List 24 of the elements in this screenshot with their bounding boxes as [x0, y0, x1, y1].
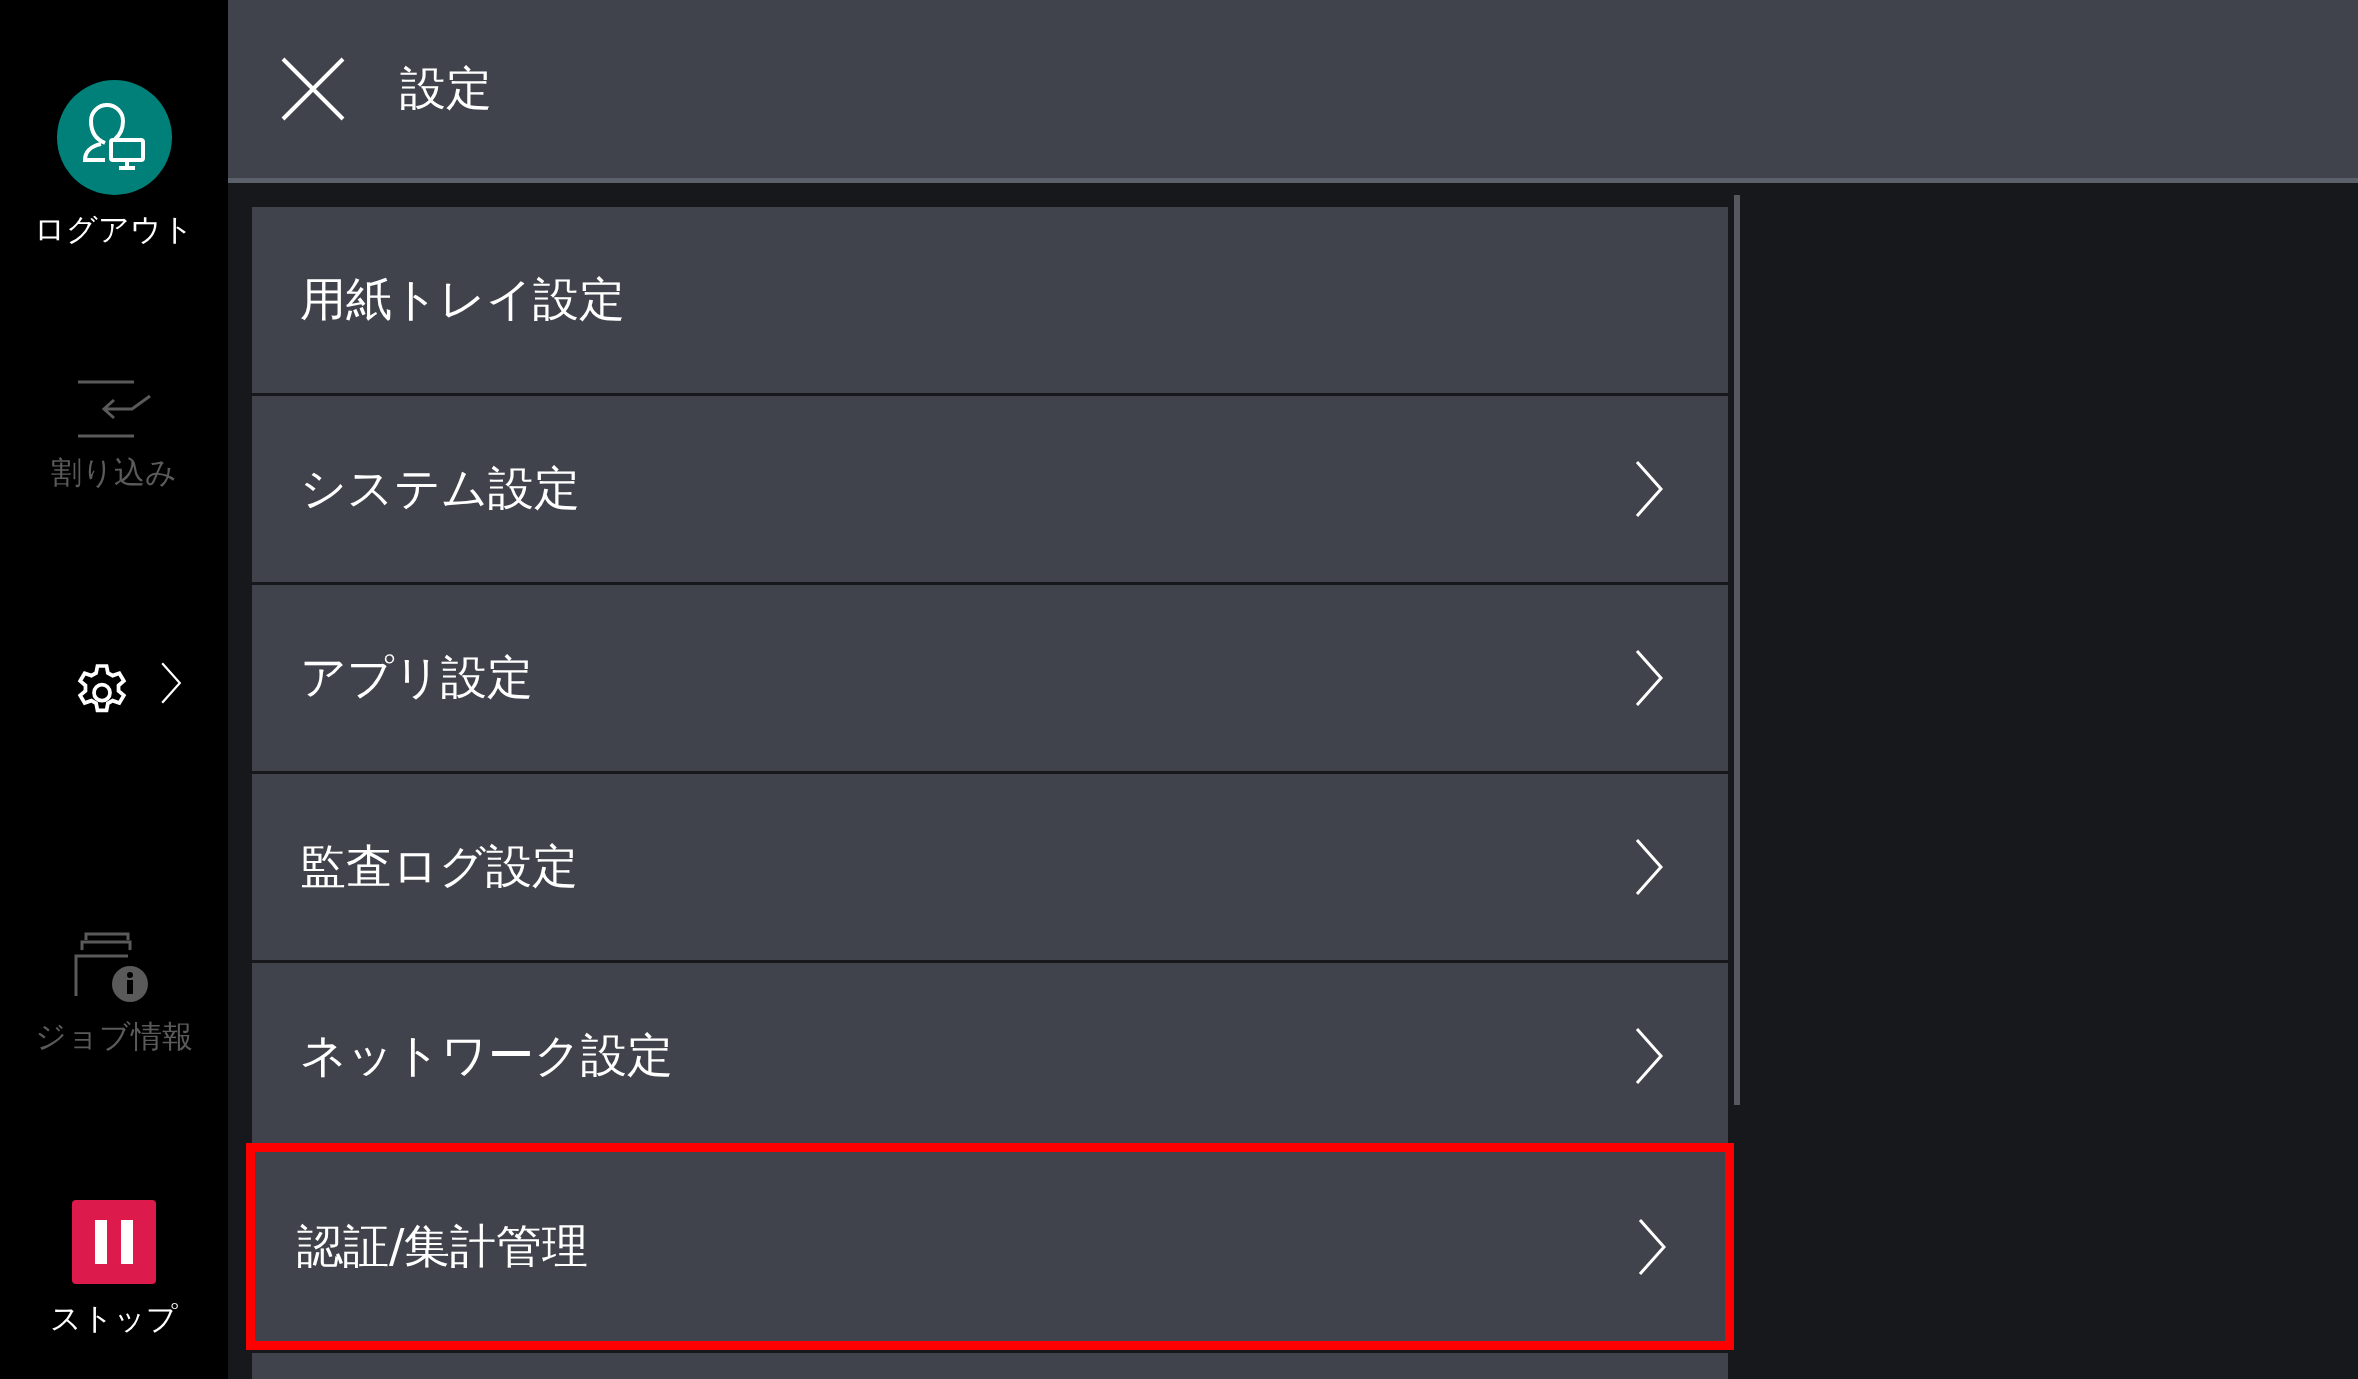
- page-title: 設定: [400, 60, 492, 117]
- menu-item[interactable]: アプリ設定: [252, 585, 1728, 771]
- sidebar-item[interactable]: ログアウト: [34, 80, 194, 380]
- sidebar-label: ストップ: [50, 1299, 178, 1338]
- menu-item-label: システム設定: [300, 460, 580, 517]
- user-monitor-icon: [56, 80, 172, 195]
- menu-item[interactable]: システム設定: [252, 396, 1728, 582]
- menu-item-label: アプリ設定: [300, 649, 533, 706]
- sidebar-label: 割り込み: [51, 453, 177, 492]
- close-icon: [280, 56, 346, 122]
- sidebar-label: ジョブ情報: [35, 1017, 193, 1056]
- sidebar-label: ログアウト: [34, 210, 194, 249]
- sidebar-item[interactable]: ストップ: [50, 1200, 178, 1379]
- pause-icon: [72, 1200, 156, 1284]
- scrollbar-thumb[interactable]: [1734, 195, 1740, 1105]
- interrupt-icon: [76, 380, 152, 438]
- menu-item-label: 監査ログ設定: [300, 838, 578, 895]
- menu-item-label: 用紙トレイ設定: [300, 271, 625, 328]
- menu-item[interactable]: 用紙トレイ設定: [252, 207, 1728, 393]
- menu-item[interactable]: 監査ログ設定: [252, 774, 1728, 960]
- close-button[interactable]: [280, 56, 346, 122]
- menu-item-label: 認証/集計管理: [297, 1217, 589, 1275]
- menu-item-label: ネットワーク設定: [300, 1027, 673, 1084]
- menu-item[interactable]: 認証/集計管理: [246, 1143, 1734, 1350]
